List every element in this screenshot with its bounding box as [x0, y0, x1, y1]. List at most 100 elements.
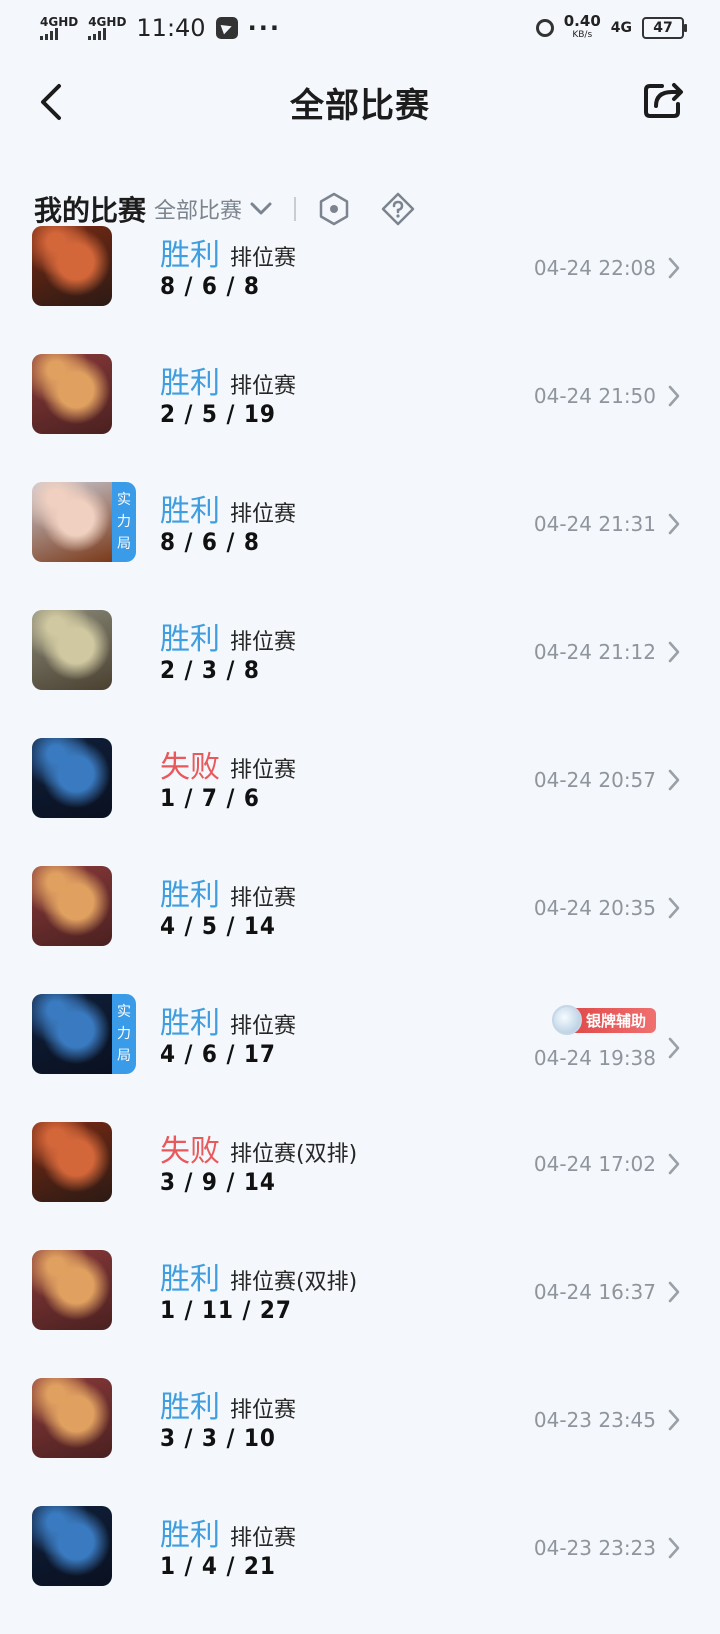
help-diamond-icon — [381, 192, 415, 226]
hero-avatar — [32, 1506, 112, 1586]
tag-char: 力 — [117, 514, 131, 530]
signal-sim1-icon: 4GHD — [40, 16, 78, 40]
kda-stats: 2 / 3 / 8 — [160, 656, 260, 684]
chevron-right-icon — [668, 1409, 680, 1431]
chevron-right-icon — [668, 1537, 680, 1559]
chevron-right-icon — [668, 513, 680, 535]
match-row[interactable]: 胜利 排位赛 8 / 6 / 8 04-24 22:08 — [0, 226, 720, 354]
hero-portrait-icon — [32, 1506, 112, 1586]
hero-portrait-icon — [32, 354, 112, 434]
tag-char: 实 — [117, 1004, 131, 1020]
silver-medal-icon — [551, 1005, 582, 1035]
kda-stats: 1 / 7 / 6 — [160, 784, 260, 812]
match-row[interactable]: 胜利 排位赛 2 / 5 / 19 04-24 21:50 — [0, 354, 720, 482]
help-button[interactable] — [378, 189, 418, 229]
divider — [294, 197, 297, 221]
hexagon-settings-icon — [319, 192, 349, 226]
match-filter-dropdown[interactable]: 全部比赛 — [154, 193, 272, 225]
match-result: 失败 — [160, 1134, 220, 1169]
status-bar: 4GHD 4GHD 11:40 ··· 0.40 KB/s 4G 47 — [0, 0, 720, 56]
kda-stats: 2 / 5 / 19 — [160, 400, 276, 428]
match-row[interactable]: 失败 排位赛(双排) 3 / 9 / 14 04-24 17:02 — [0, 1122, 720, 1250]
hero-portrait-icon — [32, 226, 112, 306]
match-result: 胜利 — [160, 1262, 220, 1297]
hero-portrait-icon — [32, 994, 112, 1074]
result-line: 失败 排位赛 — [160, 742, 296, 786]
match-row[interactable]: 胜利 排位赛 1 / 4 / 21 04-23 23:23 — [0, 1506, 720, 1634]
match-time: 04-24 20:35 — [533, 896, 656, 920]
back-button[interactable] — [28, 78, 76, 126]
match-mode: 排位赛 — [230, 502, 297, 527]
match-mode: 排位赛 — [230, 1526, 297, 1551]
match-row[interactable]: 实力局胜利 排位赛 4 / 6 / 17 银牌辅助 04-24 19:38 — [0, 994, 720, 1122]
clock: 11:40 — [136, 14, 206, 42]
hero-avatar — [32, 1378, 112, 1458]
match-row[interactable]: 失败 排位赛 1 / 7 / 6 04-24 20:57 — [0, 738, 720, 866]
ranked-strength-tag: 实力局 — [112, 994, 136, 1074]
match-mode: 排位赛 — [230, 1398, 297, 1423]
match-mode: 排位赛 — [230, 374, 297, 399]
match-time: 04-24 22:08 — [533, 256, 656, 280]
match-row[interactable]: 实力局胜利 排位赛 8 / 6 / 8 04-24 21:31 — [0, 482, 720, 610]
result-line: 失败 排位赛(双排) — [160, 1126, 357, 1170]
match-time: 04-23 23:45 — [533, 1408, 656, 1432]
settings-button[interactable] — [314, 189, 354, 229]
result-line: 胜利 排位赛(双排) — [160, 1254, 357, 1298]
telegram-icon — [215, 17, 238, 39]
kda-stats: 3 / 9 / 14 — [160, 1168, 276, 1196]
hero-avatar — [32, 610, 112, 690]
hero-portrait-icon — [32, 482, 112, 562]
match-result: 胜利 — [160, 1006, 220, 1041]
match-mode: 排位赛(双排) — [230, 1270, 358, 1295]
match-result: 胜利 — [160, 238, 220, 273]
match-time: 04-24 21:31 — [533, 512, 656, 536]
match-result: 胜利 — [160, 1518, 220, 1553]
more-notifications: ··· — [247, 14, 281, 42]
match-row[interactable]: 胜利 排位赛 4 / 5 / 14 04-24 20:35 — [0, 866, 720, 994]
tag-char: 局 — [117, 536, 131, 552]
result-line: 胜利 排位赛 — [160, 230, 296, 274]
tag-char: 力 — [117, 1026, 131, 1042]
hero-portrait-icon — [32, 1378, 112, 1458]
match-result: 胜利 — [160, 622, 220, 657]
hero-avatar — [32, 866, 112, 946]
result-line: 胜利 排位赛 — [160, 614, 296, 658]
page-title: 全部比赛 — [290, 85, 430, 126]
kda-stats: 1 / 11 / 27 — [160, 1296, 292, 1324]
match-row[interactable]: 胜利 排位赛 3 / 3 / 10 04-23 23:45 — [0, 1378, 720, 1506]
result-line: 胜利 排位赛 — [160, 1382, 296, 1426]
result-line: 胜利 排位赛 — [160, 870, 296, 914]
match-row[interactable]: 胜利 排位赛 2 / 3 / 8 04-24 21:12 — [0, 610, 720, 738]
network-type: 4G — [610, 20, 632, 36]
kda-stats: 8 / 6 / 8 — [160, 528, 260, 556]
share-button[interactable] — [642, 78, 690, 126]
hero-portrait-icon — [32, 1250, 112, 1330]
match-time: 04-24 20:57 — [533, 768, 656, 792]
match-time: 04-24 16:37 — [533, 1280, 656, 1304]
match-mode: 排位赛 — [230, 758, 297, 783]
hero-avatar — [32, 226, 112, 306]
match-time: 04-24 19:38 — [533, 1046, 656, 1070]
chevron-right-icon — [668, 1037, 680, 1059]
result-line: 胜利 排位赛 — [160, 998, 296, 1042]
match-result: 胜利 — [160, 366, 220, 401]
net-speed-unit: KB/s — [572, 30, 593, 40]
tag-char: 局 — [117, 1048, 131, 1064]
match-result: 胜利 — [160, 494, 220, 529]
hero-portrait-icon — [32, 738, 112, 818]
hero-portrait-icon — [32, 866, 112, 946]
kda-stats: 1 / 4 / 21 — [160, 1552, 276, 1580]
badge-label: 银牌辅助 — [571, 1007, 656, 1033]
hero-avatar: 实力局 — [32, 482, 136, 562]
sim2-label: 4GHD — [88, 15, 127, 29]
filter-selected-value: 全部比赛 — [154, 199, 243, 224]
hero-avatar — [32, 1250, 112, 1330]
chevron-left-icon — [41, 84, 61, 120]
my-matches-label: 我的比赛 — [34, 194, 147, 227]
hero-avatar — [32, 1122, 112, 1202]
match-result: 胜利 — [160, 878, 220, 913]
tag-char: 实 — [117, 492, 131, 508]
chevron-right-icon — [668, 257, 680, 279]
header: 全部比赛 — [0, 60, 720, 144]
match-row[interactable]: 胜利 排位赛(双排) 1 / 11 / 27 04-24 16:37 — [0, 1250, 720, 1378]
